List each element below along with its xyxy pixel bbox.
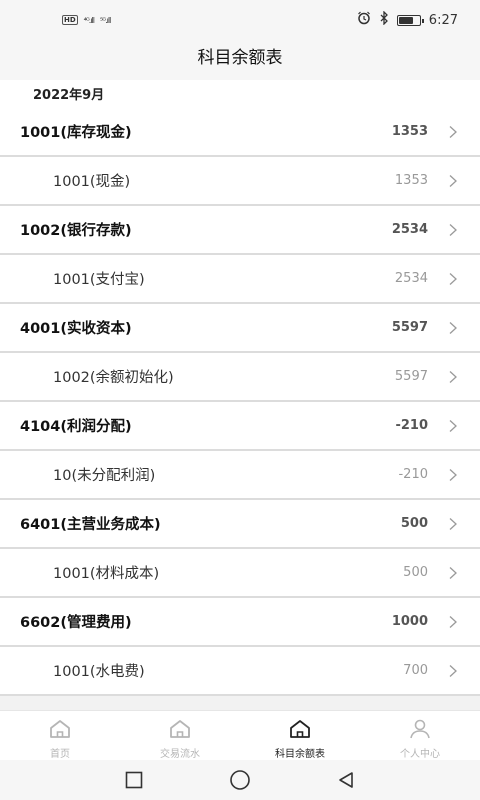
sub-account-row[interactable]: 1001(现金) 1353: [0, 157, 480, 206]
home-icon: [289, 719, 311, 743]
account-balance: 1353: [394, 173, 428, 188]
status-left: HD ⁴ᴳ.ıll ⁵ᴳ.ıll: [62, 15, 111, 25]
chevron-right-icon: [446, 223, 460, 237]
signal-icon-2: ⁵ᴳ.ıll: [100, 15, 111, 25]
account-label: 1002(银行存款): [20, 223, 132, 239]
tab-label: 科目余额表: [275, 749, 325, 760]
sub-account-row[interactable]: 1001(水电费) 700: [0, 647, 480, 696]
account-balance: 500: [400, 516, 428, 531]
sub-account-row[interactable]: 10(未分配利润) -210: [0, 451, 480, 500]
account-label: 6602(管理费用): [20, 615, 132, 631]
tab-3[interactable]: 个人中心: [360, 711, 480, 760]
chevron-right-icon: [446, 272, 460, 286]
chevron-right-icon: [446, 566, 460, 580]
page-title: 科目余额表: [197, 48, 283, 68]
chevron-right-icon: [446, 468, 460, 482]
battery-fill: [398, 16, 414, 24]
back-button[interactable]: [335, 769, 357, 791]
account-balance-list: 1001(库存现金) 1353 1001(现金) 1353 1002(银行存款) 2534…: [0, 108, 480, 696]
account-balance: -210: [398, 467, 428, 482]
clock-time: 6:27: [428, 12, 458, 28]
sub-account-row[interactable]: 1001(材料成本) 500: [0, 549, 480, 598]
system-nav-bar: [0, 760, 480, 800]
alarm-icon: [357, 11, 371, 29]
account-row[interactable]: 6401(主营业务成本) 500: [0, 500, 480, 549]
person-icon: [409, 719, 431, 743]
tab-1[interactable]: 交易流水: [120, 711, 240, 760]
recents-button[interactable]: [123, 769, 145, 791]
account-row[interactable]: 1001(库存现金) 1353: [0, 108, 480, 157]
account-row[interactable]: 1002(银行存款) 2534: [0, 206, 480, 255]
home-icon: [49, 719, 71, 743]
account-balance: 2534: [391, 222, 428, 237]
chevron-right-icon: [446, 664, 460, 678]
tab-0[interactable]: 首页: [0, 711, 120, 760]
home-button[interactable]: [229, 769, 251, 791]
tab-label: 交易流水: [160, 749, 200, 760]
account-label: 1002(余额初始化): [53, 370, 174, 386]
tab-label: 个人中心: [400, 749, 440, 760]
status-right: 6:27: [357, 10, 458, 29]
account-row[interactable]: 4104(利润分配) -210: [0, 402, 480, 451]
account-label: 6401(主营业务成本): [20, 517, 161, 533]
hd-badge: HD: [62, 15, 78, 25]
account-label: 1001(库存现金): [20, 125, 132, 141]
chevron-right-icon: [446, 419, 460, 433]
status-bar: HD ⁴ᴳ.ıll ⁵ᴳ.ıll 6:27: [0, 0, 480, 40]
bluetooth-icon: [379, 10, 389, 29]
period-label: 2022年9月: [0, 80, 480, 108]
chevron-right-icon: [446, 321, 460, 335]
account-balance: 1353: [391, 124, 428, 139]
tab-label: 首页: [50, 749, 70, 760]
account-balance: 2534: [394, 271, 428, 286]
page-header: 科目余额表: [0, 40, 480, 80]
account-label: 4104(利润分配): [20, 419, 132, 435]
home-icon: [169, 719, 191, 743]
chevron-right-icon: [446, 517, 460, 531]
account-label: 1001(支付宝): [53, 272, 145, 288]
bottom-tab-bar: 首页 交易流水 科目余额表 个人中心: [0, 710, 480, 760]
chevron-right-icon: [446, 370, 460, 384]
chevron-right-icon: [446, 125, 460, 139]
chevron-right-icon: [446, 615, 460, 629]
sub-account-row[interactable]: 1001(支付宝) 2534: [0, 255, 480, 304]
account-row[interactable]: 4001(实收资本) 5597: [0, 304, 480, 353]
battery-icon: [396, 14, 424, 26]
account-label: 1001(材料成本): [53, 566, 160, 582]
account-label: 1001(现金): [53, 174, 131, 190]
account-balance: 500: [403, 565, 428, 580]
account-label: 1001(水电费): [53, 664, 145, 680]
account-row[interactable]: 6602(管理费用) 1000: [0, 598, 480, 647]
account-balance: 700: [403, 663, 428, 678]
tab-2[interactable]: 科目余额表: [240, 711, 360, 760]
sub-account-row[interactable]: 1002(余额初始化) 5597: [0, 353, 480, 402]
account-label: 10(未分配利润): [53, 468, 156, 484]
account-balance: 1000: [391, 614, 428, 629]
chevron-right-icon: [446, 174, 460, 188]
account-balance: -210: [395, 418, 428, 433]
signal-icon-1: ⁴ᴳ.ıll: [83, 15, 95, 25]
account-label: 4001(实收资本): [20, 321, 132, 337]
account-balance: 5597: [391, 320, 428, 335]
account-balance: 5597: [394, 369, 428, 384]
